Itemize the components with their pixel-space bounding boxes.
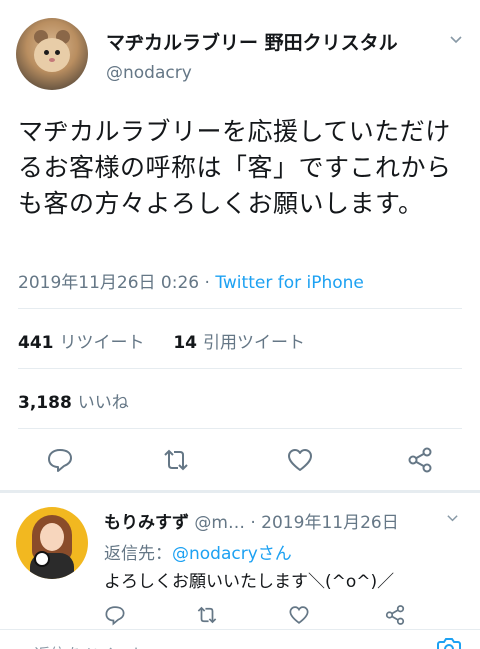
divider — [18, 428, 462, 429]
chevron-down-icon[interactable] — [449, 33, 463, 47]
share-icon[interactable] — [384, 604, 406, 626]
author-display-name[interactable]: マヂカルラブリー 野田クリスタル — [106, 28, 398, 55]
retweet-icon[interactable] — [162, 446, 190, 474]
tweet-stats-likes[interactable]: 3,188 いいね — [18, 388, 129, 413]
author-handle[interactable]: @nodacry — [106, 63, 192, 83]
reply-display-name[interactable]: もりみすず — [104, 513, 189, 533]
tweet-actions — [0, 446, 480, 476]
reply-to-line: 返信先：@nodacryさん — [104, 539, 292, 564]
reply-text: よろしくお願いいたします＼(^o^)／ — [104, 572, 395, 592]
reply-icon[interactable] — [46, 446, 74, 474]
reply-input-placeholder[interactable]: 返信をツイート — [34, 641, 146, 649]
likes-label: いいね — [77, 393, 129, 413]
reply-icon[interactable] — [104, 604, 126, 626]
tweet-source[interactable]: Twitter for iPhone — [215, 273, 364, 293]
divider — [18, 308, 462, 309]
retweets-count: 441 — [18, 333, 54, 353]
like-icon[interactable] — [286, 446, 314, 474]
tweet-meta: 2019年11月26日 0:26 · Twitter for iPhone — [18, 268, 364, 293]
reply-composer[interactable]: 返信をツイート — [0, 629, 480, 649]
retweets-stat[interactable]: 441 リツイート — [18, 333, 145, 353]
divider — [18, 368, 462, 369]
retweets-label: リツイート — [59, 333, 145, 353]
share-icon[interactable] — [406, 446, 434, 474]
reply-actions — [100, 604, 440, 626]
likes-count: 3,188 — [18, 393, 72, 413]
reply-author-avatar[interactable] — [16, 507, 88, 579]
retweet-icon[interactable] — [196, 604, 218, 626]
chevron-down-icon[interactable] — [446, 512, 459, 525]
quotes-stat[interactable]: 14 引用ツイート — [173, 333, 305, 353]
like-icon[interactable] — [288, 604, 310, 626]
tweet-stats-retweets: 441 リツイート 14 引用ツイート — [18, 328, 305, 353]
reply-to-handle[interactable]: @nodacryさん — [172, 544, 292, 564]
section-divider — [0, 490, 480, 493]
reply-header: もりみすず @m… · 2019年11月26日 — [104, 508, 399, 533]
tweet-text: マヂカルラブリーを応援していただけるお客様の呼称は「客」ですこれからも客の方々よ… — [18, 117, 452, 218]
reply-handle-date[interactable]: @m… · 2019年11月26日 — [189, 513, 398, 533]
reply-to-label: 返信先： — [104, 544, 172, 564]
quotes-count: 14 — [173, 333, 197, 353]
author-avatar[interactable] — [16, 18, 88, 90]
tweet-timestamp[interactable]: 2019年11月26日 0:26 · — [18, 273, 215, 293]
quotes-label: 引用ツイート — [202, 333, 305, 353]
camera-icon[interactable] — [436, 638, 462, 649]
